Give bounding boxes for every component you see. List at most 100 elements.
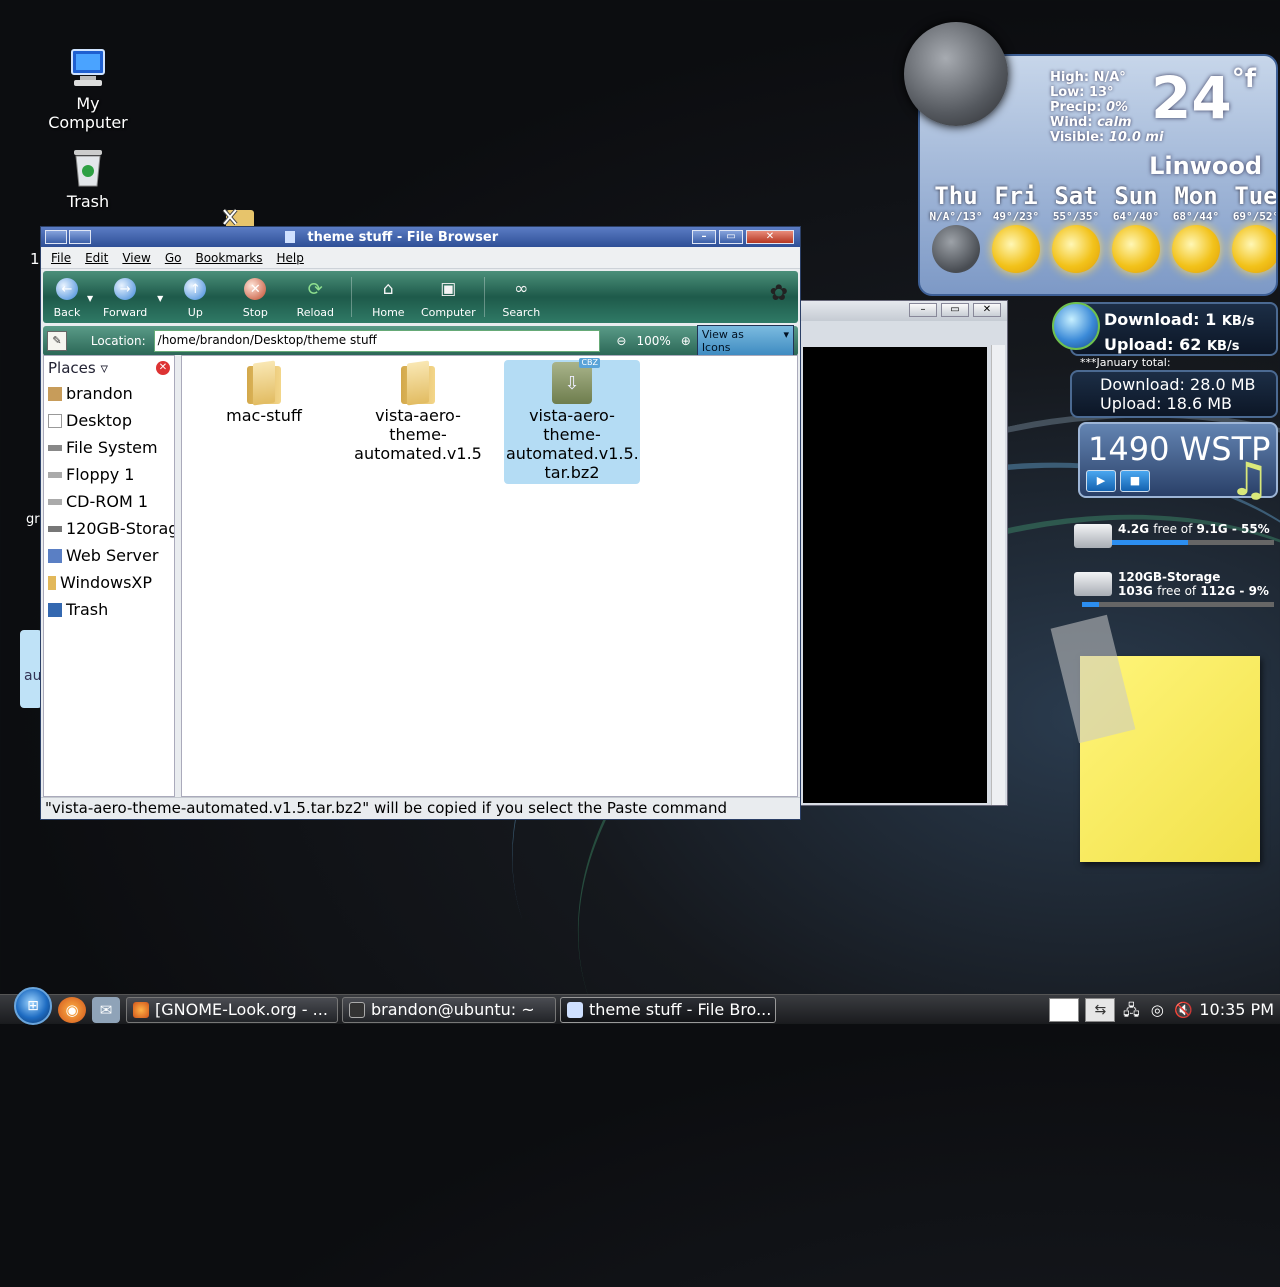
folder-icon — [48, 575, 56, 590]
desktop-icon-label: Trash — [66, 192, 110, 211]
workspace-1[interactable] — [1049, 997, 1080, 1022]
network-total-widget[interactable]: Download: 28.0 MB Upload: 18.6 MB — [1070, 370, 1278, 418]
menu-go[interactable]: Go — [165, 251, 182, 265]
file-item[interactable]: vista-aero- theme- automated.v1.5 — [350, 360, 486, 465]
partial-selected-desktop-item[interactable]: au — [20, 630, 42, 708]
toggle-location-mode-icon[interactable]: ✎ — [47, 331, 67, 351]
forecast-day: Fri 49°/23° — [986, 182, 1046, 273]
harddisk-icon — [1074, 572, 1112, 596]
firefox-icon[interactable]: ◉ — [58, 996, 86, 1023]
disk-usage-item[interactable]: 4.2G free of 9.1G - 55% — [1074, 522, 1274, 548]
sidebar-item-trash[interactable]: Trash — [44, 596, 174, 623]
network-icon[interactable]: 🖧 — [1121, 1000, 1141, 1020]
menu-edit[interactable]: Edit — [85, 251, 108, 265]
computer-button[interactable]: ▣ Computer — [418, 278, 478, 319]
moon-icon — [932, 225, 980, 273]
start-menu-button[interactable]: ⊞ — [14, 986, 52, 1025]
taskbar-item-browser[interactable]: [GNOME-Look.org - ... — [126, 996, 338, 1023]
cdrom-icon — [48, 498, 62, 505]
sidebar-type-select[interactable]: Places ▿ — [48, 359, 108, 377]
zoom-control: ⊖ 100% ⊕ — [616, 334, 690, 348]
sun-icon — [992, 225, 1040, 273]
folder-icon — [247, 362, 281, 404]
disk-usage-item[interactable]: 120GB-Storage 103G free of 112G - 9% — [1074, 570, 1274, 607]
view-as-select[interactable]: View as Icons ▾ — [696, 325, 794, 357]
reload-button[interactable]: ⟳ Reload — [285, 278, 345, 320]
sidebar-item-desktop[interactable]: Desktop — [44, 407, 174, 434]
forward-history-dropdown[interactable]: ▼ — [157, 294, 163, 303]
terminal-scrollbar[interactable] — [991, 345, 1005, 805]
location-input[interactable]: /home/brandon/Desktop/theme stuff — [153, 330, 601, 352]
disk-usage-bar — [1082, 602, 1274, 607]
zoom-level[interactable]: 100% — [636, 334, 670, 348]
zoom-in-icon[interactable]: ⊕ — [681, 334, 691, 348]
maximize-icon[interactable]: ▭ — [941, 303, 969, 317]
close-icon[interactable]: ✕ — [973, 303, 1001, 317]
shade-icon[interactable] — [69, 230, 91, 244]
system-tray: ⇆ 🖧 ◎ 🔇 10:35 PM — [1049, 997, 1280, 1022]
taskbar-item-terminal[interactable]: brandon@ubuntu: ~ — [342, 996, 556, 1023]
desktop-icon-trash[interactable]: Trash — [38, 144, 138, 211]
globe-icon — [1052, 302, 1100, 350]
firefox-icon — [133, 1001, 149, 1018]
workspace-2[interactable]: ⇆ — [1085, 997, 1116, 1022]
file-browser-window[interactable]: theme stuff - File Browser – ▭ ✕ File Ed… — [40, 226, 801, 820]
volume-muted-icon[interactable]: 🔇 — [1173, 1000, 1193, 1020]
forecast-day: Thu N/A°/13° — [926, 182, 986, 273]
partly-cloudy-icon — [1172, 225, 1220, 273]
sidebar-item-file-system[interactable]: File System — [44, 434, 174, 461]
close-button[interactable]: ✕ — [746, 230, 794, 244]
gnome-foot-icon: ✿ — [769, 281, 788, 306]
current-temperature: 24°f — [1150, 64, 1256, 132]
floppy-icon — [48, 471, 62, 478]
search-button[interactable]: ∞ Search — [491, 278, 551, 319]
terminal-titlebar[interactable]: – ▭ ✕ — [799, 301, 1007, 321]
window-titlebar[interactable]: theme stuff - File Browser – ▭ ✕ — [41, 227, 800, 247]
sidebar-item-floppy[interactable]: Floppy 1 — [44, 461, 174, 488]
clock[interactable]: 10:35 PM — [1199, 1000, 1274, 1019]
home-button[interactable]: ⌂ Home — [358, 278, 418, 319]
status-bar: "vista-aero-theme-automated.v1.5.tar.bz2… — [41, 797, 800, 819]
forecast-day: Sun 64°/40° — [1106, 182, 1166, 273]
file-item-selected[interactable]: ⇩ CBZ vista-aero- theme- automated.v1.5. … — [504, 358, 640, 484]
window-menu-icon[interactable] — [45, 230, 67, 244]
network-manager-icon[interactable]: ◎ — [1147, 1000, 1167, 1020]
taskbar: ⊞ ◉ ✉ [GNOME-Look.org - ... brandon@ubun… — [0, 986, 1280, 1025]
location-label: Location: — [90, 334, 146, 348]
menu-file[interactable]: File — [51, 251, 71, 265]
sidebar-item-storage[interactable]: 120GB-Storage — [44, 515, 174, 542]
menu-bookmarks[interactable]: Bookmarks — [195, 251, 262, 265]
up-button[interactable]: ↑ Up — [165, 278, 225, 319]
zoom-out-icon[interactable]: ⊖ — [616, 334, 626, 348]
terminal-screen[interactable] — [803, 347, 987, 803]
taskbar-item-file-browser[interactable]: theme stuff - File Bro... — [560, 996, 776, 1023]
back-history-dropdown[interactable]: ▼ — [87, 294, 93, 303]
reload-icon: ⟳ — [307, 278, 323, 300]
radio-widget[interactable]: 1490 WSTP ▶ ■ ♫ — [1078, 422, 1278, 506]
sidebar-item-brandon[interactable]: brandon — [44, 380, 174, 407]
forward-button[interactable]: → Forward — [95, 278, 155, 319]
forecast-day: Mon 68°/44° — [1166, 182, 1226, 273]
file-item[interactable]: mac-stuff — [196, 360, 332, 427]
file-icon-view[interactable]: mac-stuff vista-aero- theme- automated.v… — [181, 355, 798, 797]
back-button[interactable]: ← Back — [49, 278, 85, 319]
harddisk-icon — [1074, 524, 1112, 548]
maximize-button[interactable]: ▭ — [719, 230, 743, 244]
minimize-icon[interactable]: – — [909, 303, 937, 317]
toolbar-separator — [484, 277, 486, 317]
toolbar-separator — [351, 277, 353, 317]
stop-icon[interactable]: ■ — [1120, 470, 1150, 492]
terminal-window[interactable]: – ▭ ✕ — [798, 300, 1008, 806]
menu-help[interactable]: Help — [277, 251, 304, 265]
minimize-button[interactable]: – — [692, 230, 716, 244]
desktop-icon-my-computer[interactable]: My Computer — [38, 46, 138, 132]
mail-icon[interactable]: ✉ — [92, 996, 120, 1023]
menu-view[interactable]: View — [122, 251, 150, 265]
sidebar-item-web-server[interactable]: Web Server — [44, 542, 174, 569]
play-icon[interactable]: ▶ — [1086, 470, 1116, 492]
close-sidebar-icon[interactable]: ✕ — [156, 361, 170, 375]
sidebar-item-cdrom[interactable]: CD-ROM 1 — [44, 488, 174, 515]
stop-button[interactable]: ✕ Stop — [225, 278, 285, 319]
sidebar-item-windowsxp[interactable]: WindowsXP — [44, 569, 174, 596]
network-speed-widget[interactable]: Download: 1 KB/s Upload: 62 KB/s — [1070, 302, 1278, 356]
